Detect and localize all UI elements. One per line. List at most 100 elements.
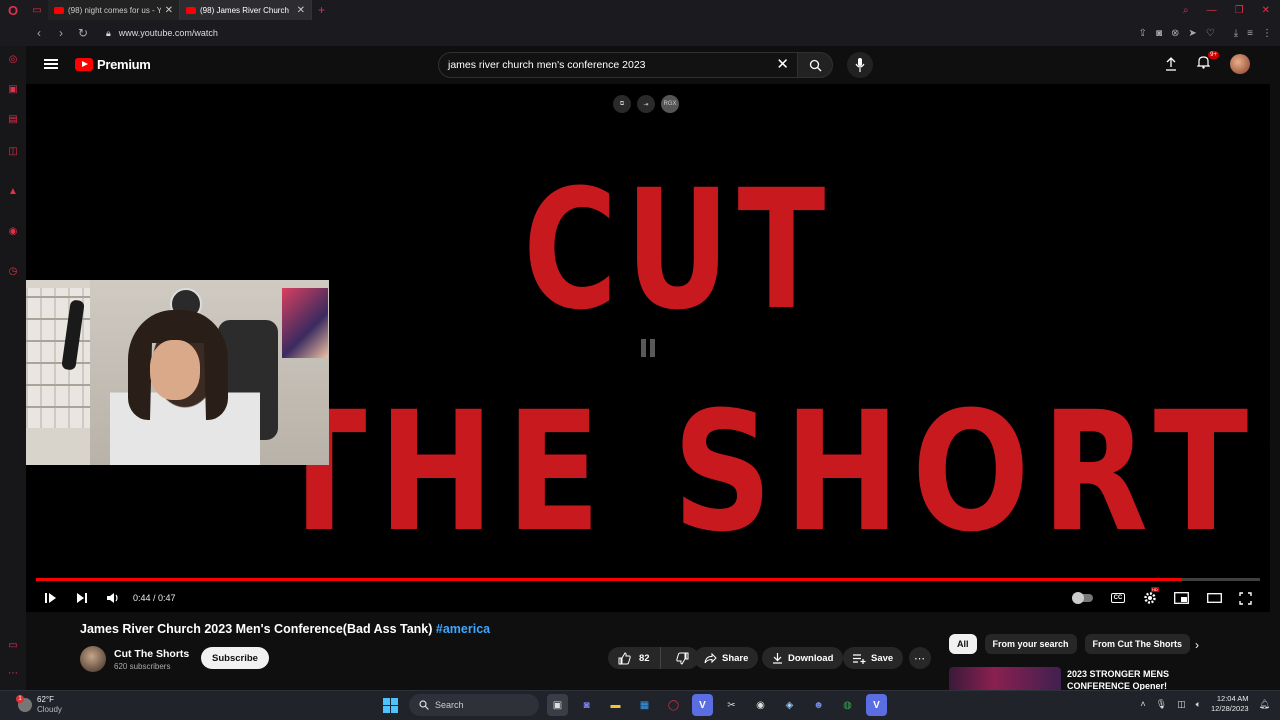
close-window-icon[interactable]: ✕ bbox=[1262, 5, 1270, 16]
subscribe-button[interactable]: Subscribe bbox=[201, 647, 269, 669]
voice-search-button[interactable] bbox=[847, 52, 873, 78]
theater-mode-button[interactable] bbox=[1207, 586, 1222, 610]
download-icon bbox=[773, 653, 782, 664]
downloads-icon[interactable]: ⤓ bbox=[1234, 28, 1238, 39]
share-button[interactable]: Share bbox=[694, 647, 759, 669]
progress-bar[interactable] bbox=[36, 578, 1260, 581]
bag-icon[interactable]: ▣ bbox=[7, 84, 19, 96]
settings-button[interactable]: HD bbox=[1143, 586, 1159, 610]
reload-icon[interactable]: ↻ bbox=[72, 26, 94, 40]
workspace-icon[interactable]: ▭ bbox=[26, 0, 48, 20]
next-button[interactable] bbox=[76, 586, 88, 610]
play-button[interactable] bbox=[45, 586, 57, 610]
restore-icon[interactable]: ❐ bbox=[1235, 5, 1244, 16]
wallet-icon[interactable]: ▭ bbox=[7, 640, 19, 652]
volume-button[interactable] bbox=[107, 586, 120, 610]
microphone-tray-icon[interactable]: 🎙︎ bbox=[1156, 699, 1167, 710]
notifications-button[interactable]: 9+ bbox=[1196, 50, 1219, 74]
discord-icon[interactable]: ☻ bbox=[808, 694, 829, 716]
weather-widget[interactable]: 1 62°F Cloudy bbox=[16, 695, 62, 715]
captions-icon: CC bbox=[1111, 593, 1125, 603]
network-icon[interactable]: ◫ bbox=[1177, 699, 1186, 710]
new-tab-icon[interactable]: + bbox=[318, 3, 325, 17]
speaker-icon[interactable]: 🔈︎ bbox=[1196, 699, 1201, 710]
taskbar-search[interactable]: Search bbox=[409, 694, 539, 716]
teams-chat-icon[interactable]: ◙ bbox=[576, 694, 597, 716]
heart-icon[interactable]: ♡ bbox=[1206, 28, 1215, 39]
search-tabs-icon[interactable]: ⌕ bbox=[1183, 5, 1189, 16]
search-input[interactable]: james river church men's conference 2023… bbox=[438, 52, 798, 78]
back-icon[interactable]: ‹ bbox=[28, 26, 50, 40]
menu-icon[interactable]: ≡ bbox=[1247, 28, 1253, 39]
chips-next-chevron-icon[interactable]: › bbox=[1195, 638, 1199, 652]
related-video-thumbnail[interactable] bbox=[949, 667, 1061, 690]
aria-icon[interactable]: ▲ bbox=[7, 186, 19, 198]
download-button[interactable]: Download bbox=[762, 647, 844, 669]
clock-time: 12:04 AM bbox=[1216, 694, 1249, 703]
tab-james-river[interactable]: (98) James River Church ✕ bbox=[180, 0, 312, 20]
store-icon[interactable]: ▦ bbox=[634, 694, 655, 716]
speed-dial-icon[interactable]: ◎ bbox=[7, 54, 19, 66]
channel-name[interactable]: Cut The Shorts bbox=[114, 648, 189, 660]
clock[interactable]: 12:04 AM 12/28/2023 bbox=[1211, 694, 1249, 714]
tab-title: (98) night comes for us - Y bbox=[68, 5, 161, 15]
chip-from-your-search[interactable]: From your search bbox=[984, 634, 1077, 654]
vscode-icon[interactable]: V bbox=[692, 694, 713, 716]
youtube-logo[interactable]: Premium bbox=[75, 57, 151, 72]
like-button[interactable]: 82 bbox=[608, 647, 661, 669]
browser-tab-bar: O ▭ (98) night comes for us - Y ✕ (98) J… bbox=[0, 0, 1280, 20]
video-player[interactable]: CUT THE SHORTS ⧉ ⇥ RGX 0:44 / 0:47 CC HD bbox=[26, 84, 1270, 612]
instagram-icon[interactable]: ◫ bbox=[7, 146, 19, 158]
upload-icon[interactable] bbox=[1165, 57, 1177, 71]
fullscreen-icon bbox=[1239, 591, 1252, 605]
account-avatar[interactable] bbox=[1230, 54, 1250, 74]
snipping-tool-icon[interactable]: ✂ bbox=[721, 694, 742, 716]
steam-icon[interactable]: ◈ bbox=[779, 694, 800, 716]
like-dislike-group: 82 bbox=[608, 647, 699, 669]
popout-icon[interactable]: ⇥ bbox=[637, 95, 655, 113]
task-view-icon[interactable]: ▣ bbox=[547, 694, 568, 716]
more-actions-button[interactable]: ⋯ bbox=[909, 647, 931, 669]
forward-icon[interactable]: › bbox=[50, 26, 72, 40]
webcam-overlay bbox=[26, 280, 329, 465]
chip-all[interactable]: All bbox=[949, 634, 977, 654]
opera-gx-icon[interactable]: ◯ bbox=[663, 694, 684, 716]
search-button[interactable] bbox=[797, 52, 833, 78]
notification-center-icon[interactable]: 🔔︎ bbox=[1259, 699, 1270, 710]
tab-night-comes[interactable]: (98) night comes for us - Y ✕ bbox=[48, 0, 180, 20]
chrome-icon[interactable]: ◍ bbox=[837, 694, 858, 716]
close-tab-icon[interactable]: ✕ bbox=[297, 5, 305, 16]
picture-in-picture-icon[interactable]: ⧉ bbox=[613, 95, 631, 113]
channel-avatar[interactable] bbox=[80, 646, 106, 672]
rgx-button[interactable]: RGX bbox=[661, 95, 679, 113]
fullscreen-button[interactable] bbox=[1239, 586, 1252, 610]
save-button[interactable]: Save bbox=[843, 647, 904, 669]
tray-overflow-icon[interactable]: ˄ bbox=[1140, 699, 1145, 709]
close-tab-icon[interactable]: ✕ bbox=[165, 5, 173, 16]
hashtag-link[interactable]: #america bbox=[436, 622, 490, 636]
hamburger-menu-icon[interactable] bbox=[44, 59, 58, 69]
vivaldi-icon[interactable]: V bbox=[866, 694, 887, 716]
history-icon[interactable]: ◷ bbox=[7, 266, 19, 278]
music-icon[interactable]: ◉ bbox=[7, 226, 19, 238]
send-icon[interactable]: ➤ bbox=[1188, 28, 1196, 39]
share-page-icon[interactable]: ⇪ bbox=[1139, 28, 1147, 39]
minimize-icon[interactable]: — bbox=[1207, 5, 1217, 16]
captions-button[interactable]: CC bbox=[1111, 586, 1125, 610]
file-explorer-icon[interactable]: ▬ bbox=[605, 694, 626, 716]
twitch-icon[interactable]: ▤ bbox=[7, 114, 19, 126]
opera-logo-icon[interactable]: O bbox=[0, 0, 26, 20]
autoplay-toggle[interactable] bbox=[1072, 586, 1093, 610]
related-video-title[interactable]: 2023 STRONGER MENS CONFERENCE Opener! bbox=[1067, 668, 1187, 690]
sidebar-more-icon[interactable]: ⋯ bbox=[7, 668, 19, 680]
camera-icon[interactable]: ◙ bbox=[1156, 28, 1162, 39]
tracker-blocker-icon[interactable]: ⊗ bbox=[1171, 28, 1179, 39]
obs-icon[interactable]: ◉ bbox=[750, 694, 771, 716]
miniplayer-button[interactable] bbox=[1174, 586, 1189, 610]
system-tray: ˄ 🎙︎ ◫ 🔈︎ 12:04 AM 12/28/2023 🔔︎ bbox=[1140, 694, 1270, 714]
extensions-icon[interactable]: ⋮ bbox=[1262, 28, 1272, 39]
url-field[interactable]: www.youtube.com/watch bbox=[119, 28, 218, 38]
start-button[interactable] bbox=[380, 694, 401, 716]
clear-search-icon[interactable]: ✕ bbox=[776, 57, 789, 73]
chip-from-channel[interactable]: From Cut The Shorts bbox=[1084, 634, 1191, 654]
